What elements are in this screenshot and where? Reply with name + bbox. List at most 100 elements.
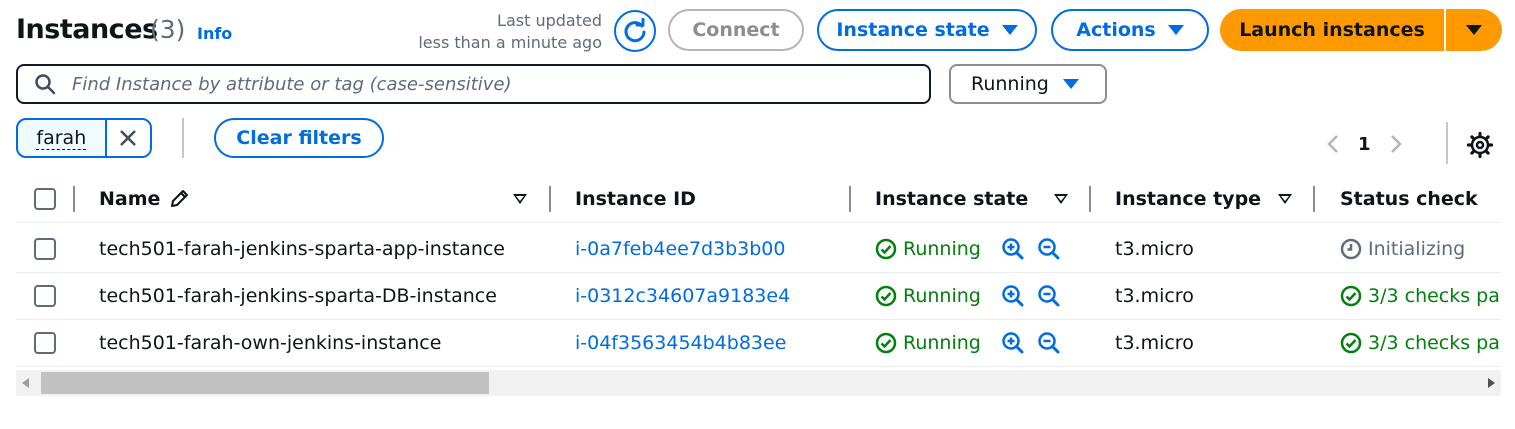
select-all-cell <box>34 176 56 222</box>
sort-instance-type[interactable] <box>1278 176 1292 222</box>
row-checkbox[interactable] <box>34 285 56 307</box>
instance-id-link[interactable]: i-04f3563454b4b83ee <box>575 320 786 366</box>
instance-state-text: Running <box>903 332 981 354</box>
instance-type: t3.micro <box>1115 238 1194 260</box>
chevron-right-icon[interactable] <box>1389 133 1403 155</box>
column-divider <box>849 186 851 212</box>
header-instance-state[interactable]: Instance state <box>875 176 1028 222</box>
zoom-out-icon[interactable] <box>1037 284 1061 308</box>
clear-filters-button[interactable]: Clear filters <box>214 118 384 158</box>
instance-state-text: Running <box>903 285 981 307</box>
status-check-text: 3/3 checks pa <box>1368 332 1500 354</box>
launch-instances-dropdown[interactable] <box>1446 9 1502 51</box>
last-updated-text: Last updated less than a minute ago <box>400 10 602 54</box>
caret-down-icon <box>1001 25 1018 35</box>
table-row[interactable]: tech501-farah-jenkins-sparta-app-instanc… <box>16 226 1501 273</box>
status-check: Initializing <box>1340 226 1465 272</box>
scroll-right-arrow-icon[interactable] <box>1487 378 1495 388</box>
check-circle-icon <box>1340 332 1362 354</box>
sort-caret-icon <box>1054 194 1068 204</box>
last-updated-line2: less than a minute ago <box>418 33 602 52</box>
select-all-checkbox[interactable] <box>34 188 56 210</box>
check-circle-icon <box>1340 285 1362 307</box>
column-divider <box>549 186 551 212</box>
connect-button[interactable]: Connect <box>668 9 804 51</box>
actions-button[interactable]: Actions <box>1051 9 1209 51</box>
status-check-text: 3/3 checks pa <box>1368 285 1500 307</box>
scroll-left-arrow-icon[interactable] <box>22 378 30 388</box>
check-circle-icon <box>875 332 897 354</box>
search-field[interactable] <box>16 64 931 104</box>
instance-state: Running <box>875 226 981 272</box>
zoom-controls <box>1001 226 1061 272</box>
table-row[interactable]: tech501-farah-jenkins-sparta-DB-instance… <box>16 273 1501 320</box>
edit-icon <box>171 190 189 207</box>
search-icon <box>35 74 56 95</box>
launch-instances-button[interactable]: Launch instances <box>1220 9 1444 51</box>
zoom-controls <box>1001 320 1061 366</box>
column-divider <box>73 186 75 212</box>
divider <box>1446 122 1448 164</box>
sort-name[interactable] <box>513 176 527 222</box>
last-updated-line1: Last updated <box>497 11 602 30</box>
header-instance-type[interactable]: Instance type <box>1115 176 1261 222</box>
header-status-check[interactable]: Status check <box>1340 176 1478 222</box>
divider <box>182 118 184 158</box>
caret-down-icon <box>1466 25 1482 35</box>
zoom-out-icon[interactable] <box>1037 331 1061 355</box>
header-instance-id[interactable]: Instance ID <box>575 176 696 222</box>
instance-id-link[interactable]: i-0a7feb4ee7d3b3b00 <box>575 226 785 272</box>
zoom-out-icon[interactable] <box>1037 237 1061 261</box>
instance-state: Running <box>875 273 981 319</box>
filter-token-label-box[interactable]: farah <box>18 120 105 156</box>
status-check: 3/3 checks pa <box>1340 273 1500 319</box>
zoom-controls <box>1001 273 1061 319</box>
page-number[interactable]: 1 <box>1358 134 1371 155</box>
state-filter-value: Running <box>971 73 1049 95</box>
info-link[interactable]: Info <box>197 24 232 44</box>
sort-caret-icon <box>1278 194 1292 204</box>
zoom-in-icon[interactable] <box>1001 284 1025 308</box>
page-title: Instances <box>16 14 158 45</box>
status-check-text: Initializing <box>1368 238 1466 260</box>
instance-state-button[interactable]: Instance state <box>817 9 1037 51</box>
remove-filter-button[interactable] <box>104 120 150 156</box>
check-circle-icon <box>875 285 897 307</box>
header-name-label: Name <box>99 188 161 210</box>
instance-state-text: Running <box>903 238 981 260</box>
clock-icon <box>1340 238 1362 260</box>
table-header-row: Name Instance ID Instance state Instance… <box>16 176 1501 223</box>
row-checkbox[interactable] <box>34 332 56 354</box>
column-divider <box>1313 186 1315 212</box>
column-divider <box>1089 186 1091 212</box>
actions-label: Actions <box>1076 19 1156 41</box>
caret-down-icon <box>1167 25 1184 35</box>
search-input[interactable] <box>70 72 920 96</box>
instance-id-link[interactable]: i-0312c34607a9183e4 <box>575 273 790 319</box>
table-row[interactable]: tech501-farah-own-jenkins-instance i-04f… <box>16 320 1501 367</box>
header-name[interactable]: Name <box>99 176 190 222</box>
state-filter-select[interactable]: Running <box>949 64 1107 104</box>
instance-type: t3.micro <box>1115 285 1194 307</box>
sort-instance-state[interactable] <box>1054 176 1068 222</box>
zoom-in-icon[interactable] <box>1001 237 1025 261</box>
pagination: 1 <box>1326 128 1403 160</box>
filter-token-label: farah <box>36 126 87 150</box>
refresh-icon <box>624 18 646 43</box>
instance-name: tech501-farah-jenkins-sparta-app-instanc… <box>99 238 505 260</box>
refresh-button[interactable] <box>614 10 656 52</box>
filter-token: farah <box>16 118 152 158</box>
close-icon <box>120 130 137 146</box>
gear-icon[interactable] <box>1466 131 1494 159</box>
scrollbar-thumb[interactable] <box>41 372 489 394</box>
row-checkbox[interactable] <box>34 238 56 260</box>
chevron-left-icon[interactable] <box>1326 133 1340 155</box>
row-checkbox-cell <box>34 226 56 272</box>
instance-count: (3) <box>150 15 186 44</box>
zoom-in-icon[interactable] <box>1001 331 1025 355</box>
instance-type: t3.micro <box>1115 332 1194 354</box>
instance-name: tech501-farah-jenkins-sparta-DB-instance <box>99 285 497 307</box>
instance-state: Running <box>875 320 981 366</box>
row-checkbox-cell <box>34 273 56 319</box>
row-checkbox-cell <box>34 320 56 366</box>
